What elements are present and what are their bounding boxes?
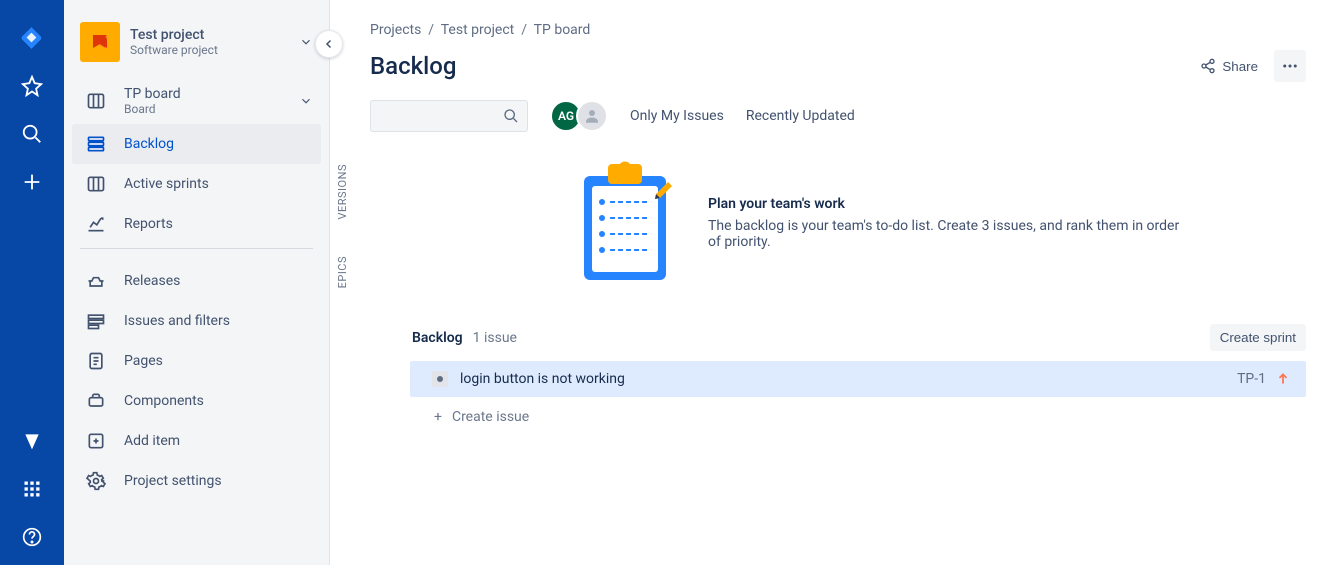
main-content: VERSIONS EPICS Projects / Test project /… (330, 0, 1334, 565)
issue-key[interactable]: TP-1 (1237, 371, 1266, 387)
issue-row[interactable]: login button is not working TP-1 (410, 361, 1306, 397)
sidebar-item-label: Components (124, 393, 204, 409)
sidebar-item-board[interactable]: TP board Board (64, 78, 329, 124)
sidebar-item-pages[interactable]: Pages (64, 341, 329, 381)
board-icon (84, 89, 108, 113)
apps-icon[interactable] (12, 469, 52, 509)
components-icon (84, 389, 108, 413)
search-icon (503, 108, 519, 124)
more-actions-button[interactable] (1274, 50, 1306, 82)
project-sidebar: Test project Software project TP board B… (64, 0, 330, 565)
project-switcher[interactable]: Test project Software project (64, 18, 329, 78)
breadcrumb-projects[interactable]: Projects (370, 22, 421, 38)
versions-panel-toggle[interactable]: VERSIONS (336, 164, 349, 220)
create-sprint-button[interactable]: Create sprint (1210, 324, 1306, 351)
sidebar-item-reports[interactable]: Reports (64, 204, 329, 244)
breadcrumb: Projects / Test project / TP board (370, 22, 1306, 38)
reports-icon (84, 212, 108, 236)
sidebar-item-label: Add item (124, 433, 180, 449)
gear-icon (84, 469, 108, 493)
sidebar-item-add-item[interactable]: Add item (64, 421, 329, 461)
plus-icon: + (434, 409, 442, 425)
sidebar-item-project-settings[interactable]: Project settings (64, 461, 329, 501)
project-avatar-icon (80, 22, 120, 62)
add-item-icon (84, 429, 108, 453)
sidebar-item-issues[interactable]: Issues and filters (64, 301, 329, 341)
create-issue-button[interactable]: + Create issue (370, 397, 1306, 425)
page-icon (84, 349, 108, 373)
breadcrumb-project[interactable]: Test project (441, 22, 515, 38)
more-icon (1281, 57, 1299, 75)
issue-summary: login button is not working (460, 371, 1237, 387)
chevron-down-icon (299, 35, 313, 49)
sidebar-item-active-sprints[interactable]: Active sprints (64, 164, 329, 204)
chevron-down-icon (299, 94, 313, 108)
create-icon[interactable] (12, 162, 52, 202)
issue-type-icon (432, 371, 448, 387)
sidebar-item-label: Backlog (124, 136, 174, 152)
backlog-issue-count: 1 issue (473, 330, 517, 346)
star-icon[interactable] (12, 66, 52, 106)
assignee-filter[interactable]: AG (550, 100, 608, 132)
create-issue-label: Create issue (452, 409, 529, 425)
search-icon[interactable] (12, 114, 52, 154)
columns-icon (84, 172, 108, 196)
backlog-section-title: Backlog (412, 330, 463, 346)
notifications-icon[interactable] (12, 421, 52, 461)
issues-icon (84, 309, 108, 333)
hero-title: Plan your team's work (708, 196, 1188, 212)
sidebar-item-releases[interactable]: Releases (64, 261, 329, 301)
hero-body: The backlog is your team's to-do list. C… (708, 218, 1188, 250)
share-button[interactable]: Share (1192, 52, 1266, 80)
page-title: Backlog (370, 52, 1192, 80)
sidebar-item-label: Project settings (124, 473, 222, 489)
empty-state-hero: Plan your team's work The backlog is you… (570, 158, 1306, 288)
collapse-sidebar-button[interactable] (315, 30, 343, 58)
share-label: Share (1222, 59, 1258, 74)
sidebar-item-components[interactable]: Components (64, 381, 329, 421)
unassigned-avatar-icon[interactable] (576, 100, 608, 132)
epics-panel-toggle[interactable]: EPICS (336, 256, 349, 288)
share-icon (1200, 58, 1216, 74)
project-type: Software project (130, 43, 218, 57)
help-icon[interactable] (12, 517, 52, 557)
breadcrumb-board[interactable]: TP board (534, 22, 591, 38)
sidebar-item-label: TP board (124, 86, 181, 102)
recently-updated-filter[interactable]: Recently Updated (746, 108, 855, 124)
sidebar-item-label: Reports (124, 216, 173, 232)
sidebar-item-label: Releases (124, 273, 180, 289)
sidebar-item-label: Issues and filters (124, 313, 230, 329)
search-input[interactable] (370, 100, 528, 132)
sidebar-item-label: Active sprints (124, 176, 209, 192)
clipboard-illustration-icon (570, 158, 680, 288)
sidebar-item-backlog[interactable]: Backlog (72, 124, 321, 164)
sidebar-item-label: Pages (124, 353, 163, 369)
global-nav-rail (0, 0, 64, 565)
project-name: Test project (130, 27, 218, 43)
releases-icon (84, 269, 108, 293)
only-my-issues-filter[interactable]: Only My Issues (630, 108, 724, 124)
backlog-icon (84, 132, 108, 156)
jira-logo-icon[interactable] (12, 18, 52, 58)
priority-icon (1276, 372, 1290, 386)
sidebar-item-sublabel: Board (124, 102, 181, 116)
